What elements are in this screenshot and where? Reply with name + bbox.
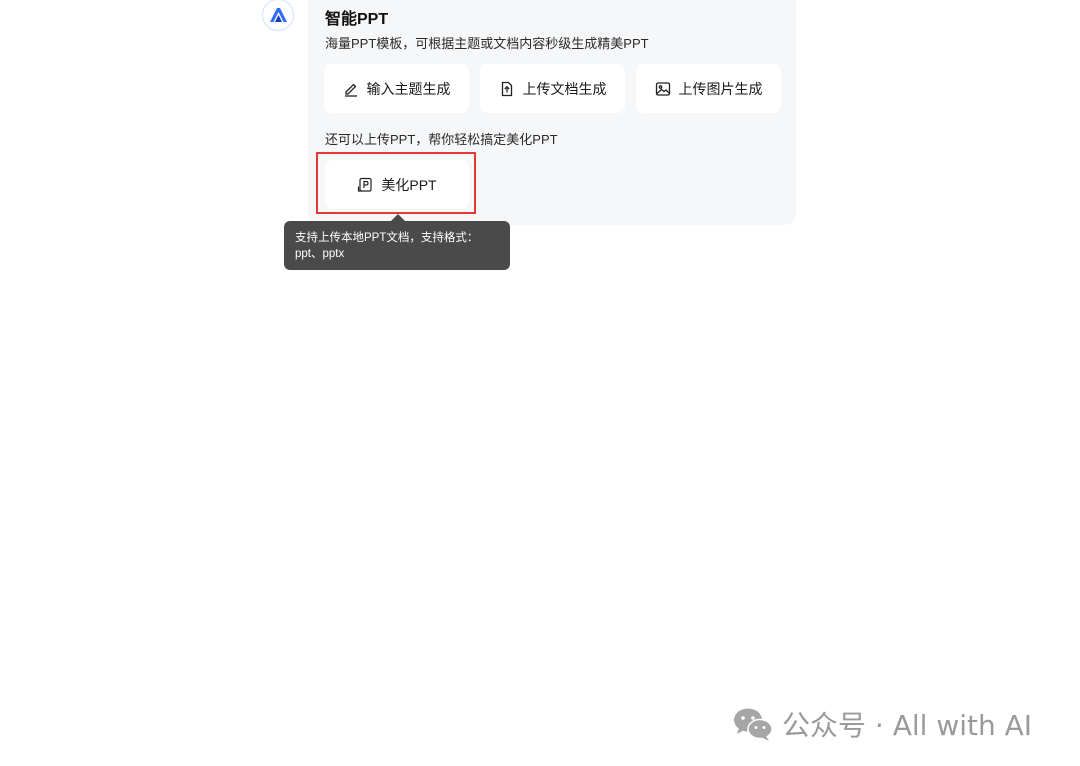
image-icon	[655, 81, 671, 97]
upload-format-tooltip: 支持上传本地PPT文档，支持格式： ppt、pptx	[284, 221, 510, 270]
card-title: 智能PPT	[325, 11, 389, 28]
ppt-file-icon	[357, 177, 373, 193]
image-generate-button[interactable]: 上传图片生成	[636, 64, 781, 113]
beautify-ppt-label: 美化PPT	[381, 176, 437, 193]
doc-generate-button[interactable]: 上传文档生成	[480, 64, 625, 113]
card-subtitle: 海量PPT模板，可根据主题或文档内容秒级生成精美PPT	[325, 36, 649, 51]
assistant-avatar	[262, 0, 294, 31]
upload-file-icon	[499, 81, 515, 97]
tooltip-arrow	[391, 214, 405, 221]
assistant-logo-icon	[270, 8, 287, 22]
doc-generate-label: 上传文档生成	[522, 80, 607, 97]
pen-icon	[343, 81, 359, 97]
wechat-icon	[734, 708, 773, 741]
beautify-ppt-button[interactable]: 美化PPT	[325, 160, 469, 209]
tooltip-line-1: 支持上传本地PPT文档，支持格式：	[295, 232, 479, 244]
topic-generate-label: 输入主题生成	[366, 80, 451, 97]
tooltip-line-2: ppt、pptx	[295, 248, 345, 260]
page: 智能PPT 海量PPT模板，可根据主题或文档内容秒级生成精美PPT 输入主题生成…	[0, 0, 1080, 766]
beautify-hint: 还可以上传PPT，帮你轻松搞定美化PPT	[325, 132, 558, 147]
topic-generate-button[interactable]: 输入主题生成	[324, 64, 469, 113]
watermark-text: 公众号 · All with AI	[782, 709, 1033, 742]
watermark: 公众号 · All with AI	[732, 704, 1032, 744]
image-generate-label: 上传图片生成	[678, 80, 763, 97]
